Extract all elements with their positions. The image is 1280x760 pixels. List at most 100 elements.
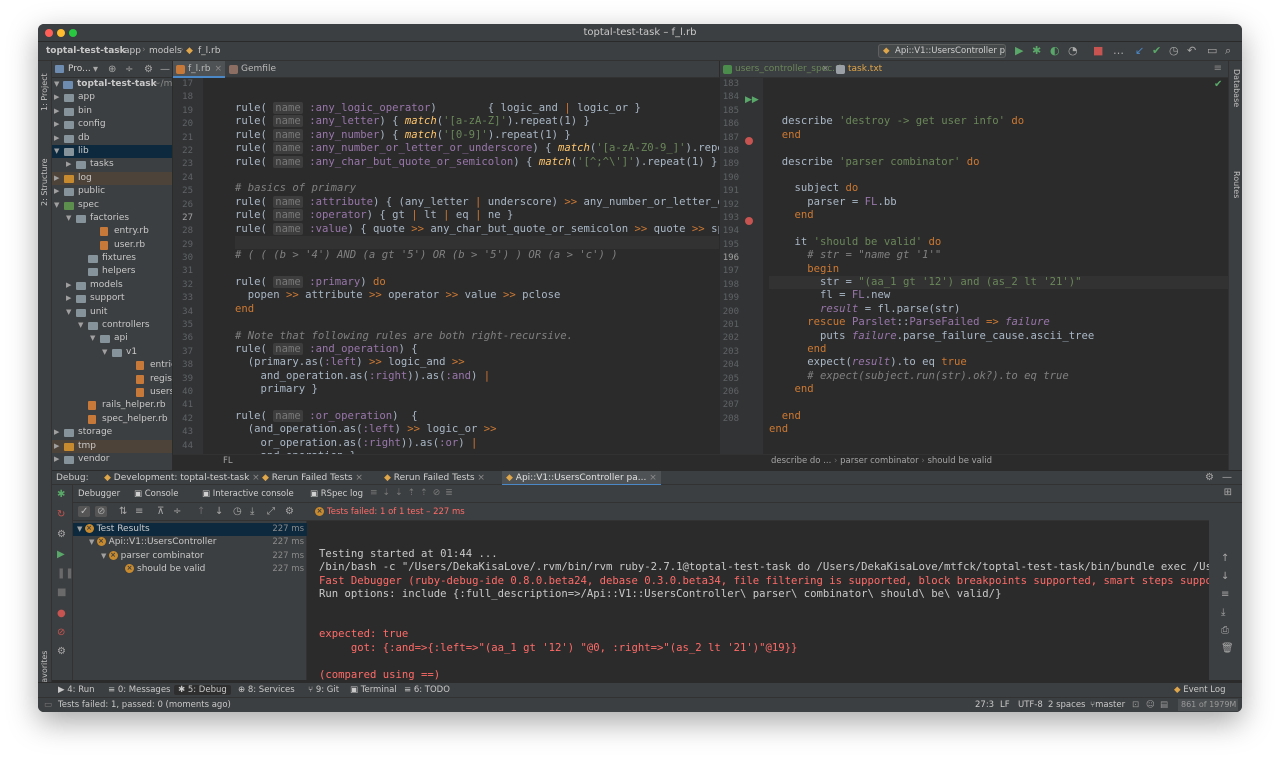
database-tool-tab[interactable]: Database <box>1232 69 1241 107</box>
tab-task-txt[interactable]: task.txt <box>833 61 889 78</box>
run-icon[interactable]: ▶ <box>1015 45 1023 57</box>
subtab-interactive-console[interactable]: ▣ Interactive console <box>202 489 294 499</box>
soft-wrap-icon[interactable]: ≡ <box>1221 589 1229 600</box>
debug-tab-development[interactable]: ◆ Development: toptal-test-task × <box>104 473 260 483</box>
tree-item[interactable]: ▶ app <box>52 91 172 104</box>
lock-icon[interactable]: ⊡ <box>1132 700 1139 710</box>
next-failed-icon[interactable]: ↓ <box>215 506 223 517</box>
debug-tab-rerun-2[interactable]: ◆ Rerun Failed Tests × <box>384 473 485 483</box>
gear-icon[interactable]: ⚙ <box>144 64 153 75</box>
view-breakpoints-icon[interactable]: ● <box>57 608 66 619</box>
tab-f-l-rb[interactable]: f_l.rb × <box>173 61 225 78</box>
tree-item[interactable]: entry.rb <box>52 225 172 238</box>
console-output[interactable]: Testing started at 01:44 .../bin/bash -c… <box>307 521 1209 680</box>
rollback-icon[interactable]: ↶ <box>1187 45 1196 57</box>
routes-tool-tab[interactable]: Routes <box>1232 171 1241 198</box>
chevron-down-icon[interactable]: ▾ <box>93 64 98 75</box>
run-test-gutter-icon[interactable]: ▶▶ <box>745 95 759 105</box>
show-passed-icon[interactable]: ✓ <box>78 506 91 517</box>
tree-item[interactable]: ▼ v1 <box>52 346 172 359</box>
breadcrumb-app[interactable]: app <box>124 46 141 56</box>
tab-gemfile[interactable]: Gemfile <box>226 61 286 78</box>
close-icon[interactable]: × <box>249 473 260 483</box>
expand-all-icon[interactable]: ⊼ <box>157 506 164 517</box>
collapse-icon[interactable]: ÷ <box>125 64 133 75</box>
stop-icon[interactable]: ■ <box>1093 45 1103 57</box>
gear-icon[interactable]: ⚙ <box>285 506 294 517</box>
target-icon[interactable]: ⊕ <box>108 64 116 75</box>
tool-terminal[interactable]: ▣ Terminal <box>350 685 397 695</box>
tree-item[interactable]: ▼ spec <box>52 199 172 212</box>
sort-duration-icon[interactable]: ≡ <box>135 506 143 517</box>
tool-run[interactable]: ▶ 4: Run <box>58 685 95 695</box>
print-icon[interactable]: ⎙ <box>1221 625 1229 636</box>
debug-tab-rerun-1[interactable]: ◆ Rerun Failed Tests × <box>262 473 363 483</box>
close-icon[interactable]: × <box>646 473 657 483</box>
left-code-editor[interactable]: rule( name :any_logic_operator) { logic_… <box>203 78 719 454</box>
breadcrumb-describe[interactable]: describe do ... <box>771 456 831 466</box>
gear-icon[interactable]: ⚙ <box>57 646 66 657</box>
history-icon[interactable]: ◷ <box>233 506 242 517</box>
show-ignored-icon[interactable]: ⊘ <box>95 506 108 517</box>
test-node-controller[interactable]: ▼ × Api::V1::UsersController 227 ms <box>73 536 307 549</box>
subtab-console[interactable]: ▣ Console <box>134 489 178 499</box>
import-icon[interactable]: ⤢ <box>267 506 275 517</box>
stop-icon[interactable]: ■ <box>57 587 66 598</box>
scroll-to-end-icon[interactable]: ⤓ <box>1221 607 1225 618</box>
trash-icon[interactable]: 🗑 <box>1221 643 1234 654</box>
caret-position[interactable]: 27:3 <box>975 700 994 710</box>
file-encoding[interactable]: UTF-8 <box>1018 700 1043 710</box>
tree-item[interactable]: ▶ public <box>52 185 172 198</box>
collapse-all-icon[interactable]: ÷ <box>173 506 181 517</box>
history-icon[interactable]: ◷ <box>1169 45 1179 57</box>
structure-tool-tab[interactable]: 2: Structure <box>40 158 49 206</box>
tool-event-log[interactable]: ◆ Event Log <box>1174 685 1225 695</box>
search-icon[interactable]: ⌕ <box>1225 45 1231 57</box>
rerun-failed-icon[interactable]: ↻ <box>57 509 65 520</box>
restore-layout-icon[interactable]: ⊞ <box>1224 487 1232 498</box>
run-configuration-select[interactable]: ◆ Api::V1::UsersController pa... <box>878 44 1006 58</box>
tool-todo[interactable]: ≡ 6: TODO <box>404 685 450 695</box>
step-icons[interactable]: ≡⇣⇣⇡⇡⊘≣ <box>370 488 458 498</box>
tool-services[interactable]: ⊕ 8: Services <box>238 685 295 695</box>
tree-root[interactable]: ▼ toptal-test-task ~/mt <box>52 78 172 91</box>
settings-icon[interactable]: ⚙ <box>57 529 66 540</box>
tree-item[interactable]: ▶ support <box>52 292 172 305</box>
tree-item[interactable]: ▼ controllers <box>52 319 172 332</box>
tab-users-controller-spec[interactable]: users_controller_spec.rb × <box>720 61 844 78</box>
breadcrumb-project[interactable]: toptal-test-task <box>46 46 126 56</box>
tree-item[interactable]: ▶ log <box>52 171 172 186</box>
mute-breakpoints-icon[interactable]: ⊘ <box>57 627 65 638</box>
pause-icon[interactable]: ❚❚ <box>57 568 74 579</box>
subtab-debugger[interactable]: Debugger <box>78 489 120 499</box>
tool-messages[interactable]: ≡ 0: Messages <box>108 685 170 695</box>
tree-item[interactable]: ▼ api <box>52 332 172 345</box>
tree-item[interactable]: ▶ models <box>52 279 172 292</box>
tab-list-icon[interactable]: ≡ <box>1214 63 1222 74</box>
hide-icon[interactable]: — <box>1222 472 1232 483</box>
coverage-icon[interactable]: ◐ <box>1050 45 1060 57</box>
failed-test-gutter-icon[interactable] <box>745 217 753 225</box>
gear-icon[interactable]: ⚙ <box>1205 472 1214 483</box>
tree-item[interactable]: ▶ config <box>52 118 172 131</box>
rerun-debug-icon[interactable]: ✱ <box>57 489 65 500</box>
tree-item[interactable]: ▶ tmp <box>52 439 172 453</box>
close-icon[interactable]: × <box>214 61 222 78</box>
tree-item[interactable]: ▼ factories <box>52 212 172 225</box>
tree-item[interactable]: entrie <box>52 359 172 372</box>
tree-item[interactable]: users <box>52 386 172 399</box>
status-message[interactable]: Tests failed: 1, passed: 0 (moments ago) <box>58 700 231 710</box>
close-icon[interactable]: × <box>821 61 829 78</box>
arrow-down-icon[interactable]: ↓ <box>1221 571 1229 582</box>
test-node-parser[interactable]: ▼ × parser combinator 227 ms <box>73 550 307 563</box>
arrow-up-icon[interactable]: ↑ <box>1221 553 1229 564</box>
hide-icon[interactable]: — <box>160 64 170 75</box>
subtab-rspec-log[interactable]: ▣ RSpec log <box>310 489 363 499</box>
right-editor-breadcrumb[interactable]: describe do ... › parser combinator › sh… <box>719 454 1228 468</box>
left-editor-breadcrumb[interactable]: FL <box>173 454 719 468</box>
right-code-editor[interactable]: describe 'destroy -> get user info' do e… <box>763 78 1228 454</box>
close-icon[interactable]: × <box>475 473 485 483</box>
vcs-update-icon[interactable]: ↙ <box>1135 45 1144 57</box>
breadcrumb-models[interactable]: models <box>149 46 182 56</box>
project-view-selector[interactable]: Pro... <box>68 64 91 74</box>
